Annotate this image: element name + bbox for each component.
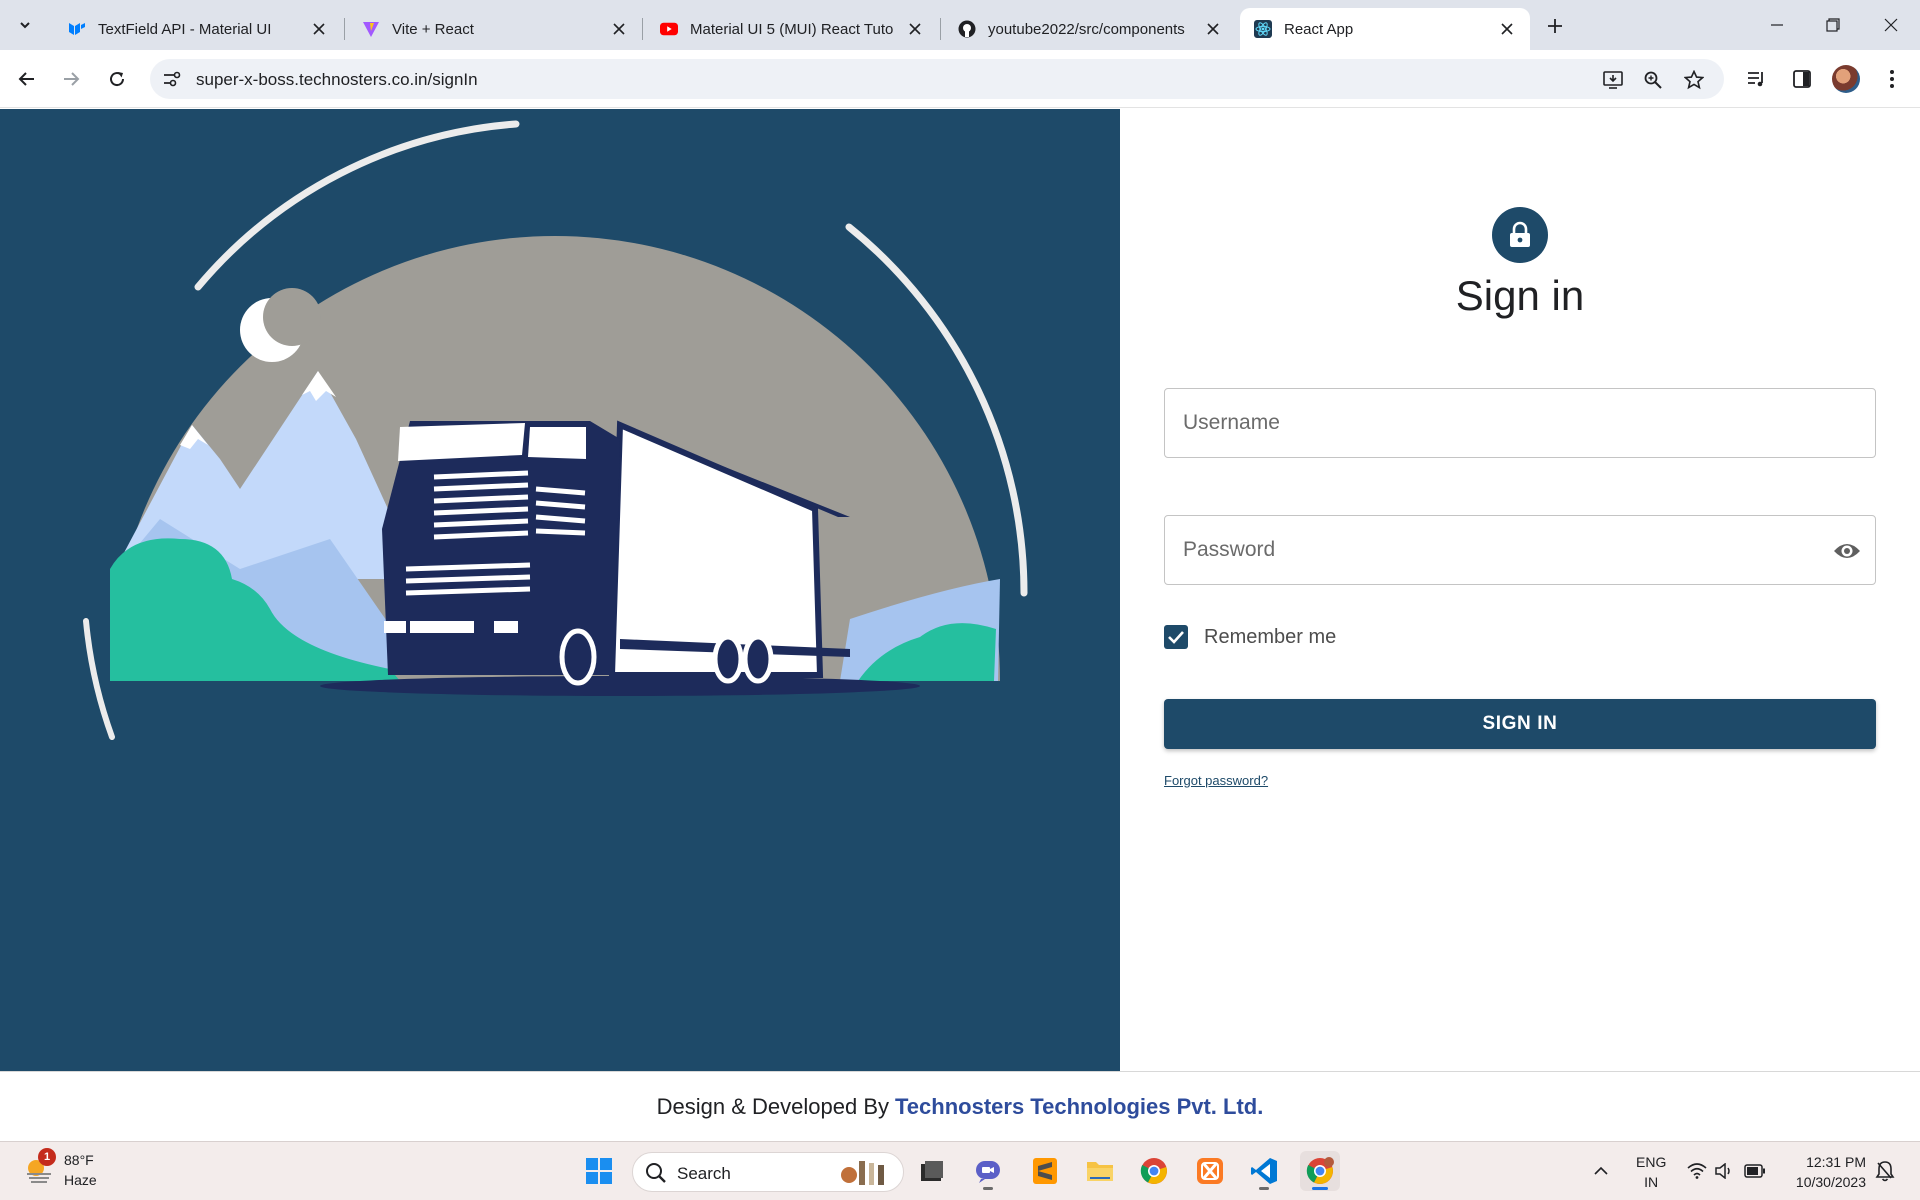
language-line1: ENG	[1636, 1154, 1667, 1170]
battery-icon[interactable]	[1744, 1160, 1766, 1182]
install-app-icon[interactable]	[1600, 67, 1626, 93]
search-highlight-icon	[841, 1161, 884, 1185]
browser-tab-strip: TextField API - Material UI Vite + React…	[0, 0, 1920, 50]
volume-icon[interactable]	[1714, 1160, 1736, 1182]
window-minimize-icon[interactable]	[1762, 10, 1792, 40]
remember-me-checkbox[interactable]	[1164, 625, 1188, 649]
tab-close-icon[interactable]	[1204, 20, 1222, 38]
reload-icon[interactable]	[102, 64, 132, 94]
folder-icon[interactable]	[1080, 1151, 1120, 1191]
tab-separator	[642, 18, 643, 40]
tab-close-icon[interactable]	[906, 20, 924, 38]
tab-title: Material UI 5 (MUI) React Tuto	[690, 20, 894, 38]
windows-taskbar: 1 88°F Haze Search ENG IN 12:31 PM 10/30…	[0, 1141, 1920, 1200]
chrome-menu-icon[interactable]	[1877, 64, 1907, 94]
tab-separator	[344, 18, 345, 40]
remember-me-label: Remember me	[1204, 625, 1337, 648]
new-tab-plus-icon[interactable]	[1542, 13, 1568, 39]
taskbar-search-label: Search	[677, 1164, 731, 1183]
vite-logo-icon	[362, 20, 380, 38]
show-password-eye-icon[interactable]	[1831, 536, 1863, 566]
vscode-icon[interactable]	[1244, 1151, 1284, 1191]
lock-avatar	[1492, 207, 1548, 263]
username-input[interactable]	[1165, 389, 1875, 457]
youtube-logo-icon	[660, 20, 678, 38]
hero-panel	[0, 109, 1120, 1071]
site-settings-icon[interactable]	[160, 67, 184, 91]
lock-icon	[1510, 221, 1530, 247]
url-text: super-x-boss.technosters.co.in/signIn	[196, 70, 478, 89]
tab-close-icon[interactable]	[610, 20, 628, 38]
back-arrow-icon[interactable]	[12, 64, 42, 94]
password-input[interactable]	[1165, 516, 1875, 584]
notification-bell-icon[interactable]	[1874, 1160, 1896, 1182]
file-explorer-icon[interactable]	[912, 1151, 952, 1191]
tab-close-icon[interactable]	[310, 20, 328, 38]
tab-textfield-api[interactable]: TextField API - Material UI	[54, 8, 342, 50]
react-logo-icon	[1254, 20, 1272, 38]
tab-separator	[940, 18, 941, 40]
weather-condition: Haze	[64, 1172, 97, 1188]
search-icon	[646, 1163, 666, 1183]
remember-me-row[interactable]: Remember me	[1164, 625, 1336, 649]
tray-overflow-chevron-icon[interactable]	[1590, 1160, 1612, 1182]
xampp-icon[interactable]	[1190, 1151, 1230, 1191]
sign-in-button[interactable]: SIGN IN	[1164, 699, 1876, 749]
page-title: Sign in	[1455, 272, 1585, 319]
address-bar[interactable]: super-x-boss.technosters.co.in/signIn	[150, 59, 1724, 99]
checkmark-icon	[1168, 631, 1184, 644]
forgot-password-link[interactable]: Forgot password?	[1164, 773, 1268, 788]
tab-close-icon[interactable]	[1498, 20, 1516, 38]
media-controls-icon[interactable]	[1742, 64, 1772, 94]
bookmark-star-icon[interactable]	[1681, 67, 1707, 93]
tab-title: Vite + React	[392, 20, 474, 38]
running-indicator	[1312, 1187, 1328, 1190]
tab-vite-react[interactable]: Vite + React	[348, 8, 642, 50]
signin-panel: Sign in Remember me SIGN IN Forgot passw…	[1120, 109, 1920, 1071]
chrome-icon[interactable]	[1134, 1151, 1174, 1191]
window-restore-icon[interactable]	[1818, 10, 1848, 40]
weather-temperature: 88°F	[64, 1152, 94, 1168]
window-close-icon[interactable]	[1876, 10, 1906, 40]
clock-date: 10/30/2023	[1795, 1174, 1866, 1190]
tab-react-app[interactable]: React App	[1240, 8, 1530, 50]
windows-start-icon[interactable]	[579, 1151, 619, 1191]
tab-title: React App	[1284, 20, 1354, 38]
tab-github-components[interactable]: youtube2022/src/components	[944, 8, 1236, 50]
teams-chat-icon[interactable]	[968, 1151, 1008, 1191]
system-clock[interactable]: 12:31 PM 10/30/2023	[1796, 1152, 1866, 1192]
footer-prefix: Design & Developed By	[656, 1093, 889, 1119]
tab-title: TextField API - Material UI	[98, 20, 272, 38]
clock-time: 12:31 PM	[1806, 1154, 1866, 1170]
page-footer: Design & Developed By Technosters Techno…	[0, 1071, 1920, 1141]
language-indicator[interactable]: ENG IN	[1636, 1152, 1666, 1192]
github-logo-icon	[958, 20, 976, 38]
taskbar-search-box[interactable]: Search	[632, 1152, 904, 1192]
truck-illustration	[83, 120, 1028, 740]
running-indicator	[1259, 1187, 1269, 1190]
running-indicator	[983, 1187, 993, 1190]
chrome-profile-icon[interactable]	[1300, 1151, 1340, 1191]
password-field[interactable]	[1164, 515, 1876, 585]
forward-arrow-icon[interactable]	[56, 64, 86, 94]
sublime-text-icon[interactable]	[1025, 1151, 1065, 1191]
profile-avatar[interactable]	[1832, 65, 1860, 93]
side-panel-icon[interactable]	[1787, 64, 1817, 94]
language-line2: IN	[1644, 1174, 1659, 1190]
wifi-icon[interactable]	[1686, 1160, 1708, 1182]
tab-mui-tutorial[interactable]: Material UI 5 (MUI) React Tuto	[646, 8, 938, 50]
tab-title: youtube2022/src/components	[988, 20, 1185, 38]
mui-logo-icon	[68, 20, 86, 38]
tab-search-chevron-icon[interactable]	[12, 12, 38, 38]
weather-notification-badge: 1	[38, 1148, 56, 1166]
browser-toolbar: super-x-boss.technosters.co.in/signIn	[0, 50, 1920, 108]
username-field[interactable]	[1164, 388, 1876, 458]
zoom-icon[interactable]	[1640, 67, 1666, 93]
footer-brand: Technosters Technologies Pvt. Ltd.	[895, 1093, 1264, 1119]
